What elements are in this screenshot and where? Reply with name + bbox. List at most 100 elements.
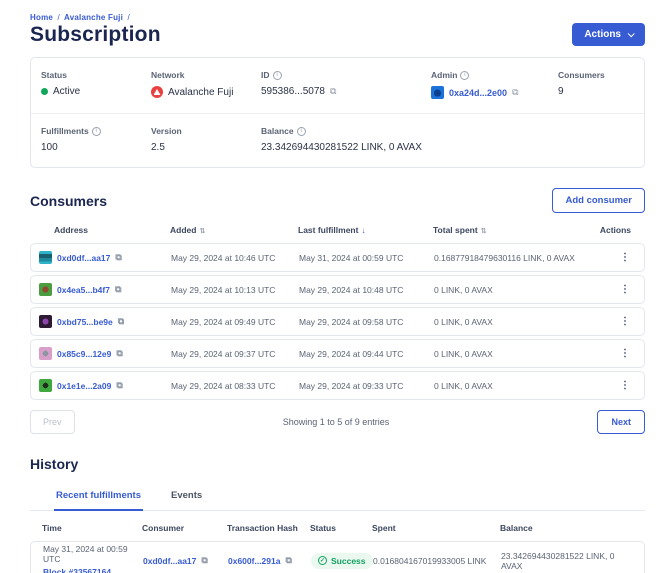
last-fulfillment-cell: May 29, 2024 at 09:58 UTC: [299, 316, 404, 327]
last-fulfillment-cell: May 29, 2024 at 10:48 UTC: [299, 284, 404, 295]
breadcrumb-separator: /: [57, 13, 60, 22]
prev-button[interactable]: Prev: [30, 410, 75, 434]
added-cell: May 29, 2024 at 10:13 UTC: [171, 284, 276, 295]
copy-icon[interactable]: ⧉: [201, 556, 207, 565]
consumer-address-link[interactable]: 0x1e1e...2a09: [57, 381, 111, 391]
consumer-row: 0xbd75...be9e ⧉ May 29, 2024 at 09:49 UTC…: [30, 307, 645, 336]
row-actions-menu-icon[interactable]: ⋮: [584, 252, 630, 263]
consumer-row: 0xd0df...aa17 ⧉ May 29, 2024 at 10:46 UTC…: [30, 243, 645, 272]
consumer-row: 0x4ea5...b4f7 ⧉ May 29, 2024 at 10:13 UTC…: [30, 275, 645, 304]
actions-button-label: Actions: [584, 29, 621, 40]
copy-icon[interactable]: ⧉: [116, 349, 122, 358]
added-cell: May 29, 2024 at 08:33 UTC: [171, 380, 276, 391]
consumers-section-title: Consumers: [30, 192, 108, 209]
consumer-address-link[interactable]: 0xd0df...aa17: [57, 253, 110, 263]
subscription-overview-card: Status Active Network Avalanche Fuji ID i…: [30, 57, 645, 168]
balance-value: 23.342694430281522 LINK, 0 AVAX: [261, 142, 422, 153]
history-table-header: Time Consumer Transaction Hash Status Sp…: [30, 511, 645, 541]
copy-icon[interactable]: ⧉: [512, 88, 518, 97]
col-address: Address: [54, 225, 89, 235]
copy-icon[interactable]: ⧉: [330, 87, 336, 96]
admin-field: Admin i 0xa24d...2e00 ⧉: [431, 70, 558, 99]
spent-cell: 0.016804167019933005 LINK: [373, 555, 487, 566]
actions-button[interactable]: Actions: [572, 23, 645, 46]
balance-cell: 23.342694430281522 LINK, 0 AVAX: [501, 550, 615, 571]
total-spent-cell: 0 LINK, 0 AVAX: [434, 284, 493, 295]
id-label: ID: [261, 70, 270, 80]
copy-icon[interactable]: ⧉: [285, 556, 291, 565]
history-tabs: Recent fulfillments Events: [30, 484, 645, 511]
row-actions-menu-icon[interactable]: ⋮: [584, 316, 630, 327]
col-added[interactable]: Added: [170, 225, 196, 235]
total-spent-cell: 0.16877918479630116 LINK, 0 AVAX: [434, 252, 575, 263]
version-field: Version 2.5: [151, 126, 261, 153]
network-label: Network: [151, 70, 185, 80]
col-time: Time: [42, 523, 62, 533]
network-field: Network Avalanche Fuji: [151, 70, 261, 99]
last-fulfillment-cell: May 31, 2024 at 00:59 UTC: [299, 252, 404, 263]
admin-address-link[interactable]: 0xa24d...2e00: [449, 88, 507, 98]
row-actions-menu-icon[interactable]: ⋮: [584, 348, 630, 359]
consumer-address-link[interactable]: 0x4ea5...b4f7: [57, 285, 110, 295]
check-icon: ✓: [318, 556, 327, 565]
breadcrumb-network-link[interactable]: Avalanche Fuji: [64, 13, 123, 22]
version-value: 2.5: [151, 142, 165, 153]
breadcrumb-home-link[interactable]: Home: [30, 13, 53, 22]
added-cell: May 29, 2024 at 09:49 UTC: [171, 316, 276, 327]
avalanche-logo-icon: [151, 86, 163, 98]
chevron-down-icon: [627, 30, 635, 38]
copy-icon[interactable]: ⧉: [115, 285, 121, 294]
consumer-avatar: [39, 283, 52, 296]
row-actions-menu-icon[interactable]: ⋮: [584, 284, 630, 295]
tab-events[interactable]: Events: [169, 484, 204, 510]
added-cell: May 29, 2024 at 10:46 UTC: [171, 252, 276, 263]
status-badge: ✓ Success: [311, 552, 373, 569]
balance-field: Balance i 23.342694430281522 LINK, 0 AVAX: [261, 126, 634, 153]
add-consumer-button[interactable]: Add consumer: [552, 188, 645, 213]
status-value: Active: [53, 86, 81, 97]
status-dot-icon: [41, 88, 48, 95]
pagination-summary: Showing 1 to 5 of 9 entries: [282, 417, 390, 427]
consumer-address-link[interactable]: 0xbd75...be9e: [57, 317, 113, 327]
last-fulfillment-cell: May 29, 2024 at 09:33 UTC: [299, 380, 404, 391]
fulfillments-value: 100: [41, 142, 58, 153]
copy-icon[interactable]: ⧉: [118, 317, 124, 326]
consumers-field: Consumers 9: [558, 70, 634, 99]
copy-icon[interactable]: ⧉: [115, 253, 121, 262]
col-consumer: Consumer: [142, 523, 185, 533]
breadcrumb: Home / Avalanche Fuji /: [30, 13, 645, 22]
next-button[interactable]: Next: [597, 410, 645, 434]
admin-avatar: [431, 86, 444, 99]
fulfillments-label: Fulfillments: [41, 126, 89, 136]
info-icon[interactable]: i: [272, 70, 282, 80]
consumers-value: 9: [558, 86, 564, 97]
last-fulfillment-cell: May 29, 2024 at 09:44 UTC: [299, 348, 404, 359]
info-icon[interactable]: i: [91, 126, 101, 136]
col-transaction-hash: Transaction Hash: [227, 523, 298, 533]
info-icon[interactable]: i: [460, 70, 470, 80]
copy-icon[interactable]: ⧉: [116, 381, 122, 390]
sort-desc-icon[interactable]: ↓: [361, 226, 365, 235]
col-actions: Actions: [599, 225, 631, 235]
consumer-row: 0x85c9...12e9 ⧉ May 29, 2024 at 09:37 UTC…: [30, 339, 645, 368]
col-total-spent[interactable]: Total spent: [433, 225, 478, 235]
total-spent-cell: 0 LINK, 0 AVAX: [434, 348, 493, 359]
block-link[interactable]: Block #33567164: [43, 567, 111, 573]
consumer-address-link[interactable]: 0xd0df...aa17: [143, 556, 196, 566]
col-balance: Balance: [500, 523, 533, 533]
col-last-fulfillment[interactable]: Last fulfillment: [298, 225, 358, 235]
info-icon[interactable]: i: [296, 126, 306, 136]
consumer-address-link[interactable]: 0x85c9...12e9: [57, 349, 111, 359]
consumer-avatar: [39, 251, 52, 264]
transaction-hash-link[interactable]: 0x600f...291a: [228, 556, 280, 566]
fulfillments-field: Fulfillments i 100: [41, 126, 151, 153]
status-label: Status: [41, 70, 67, 80]
tab-recent-fulfillments[interactable]: Recent fulfillments: [54, 484, 143, 511]
subscription-page: Home / Avalanche Fuji / Subscription Act…: [0, 0, 672, 573]
consumer-row: 0x1e1e...2a09 ⧉ May 29, 2024 at 08:33 UTC…: [30, 371, 645, 400]
row-actions-menu-icon[interactable]: ⋮: [584, 380, 630, 391]
sort-icon[interactable]: ⇅: [199, 228, 205, 235]
added-cell: May 29, 2024 at 09:37 UTC: [171, 348, 276, 359]
sort-icon[interactable]: ⇅: [481, 228, 487, 235]
consumers-label: Consumers: [558, 70, 605, 80]
